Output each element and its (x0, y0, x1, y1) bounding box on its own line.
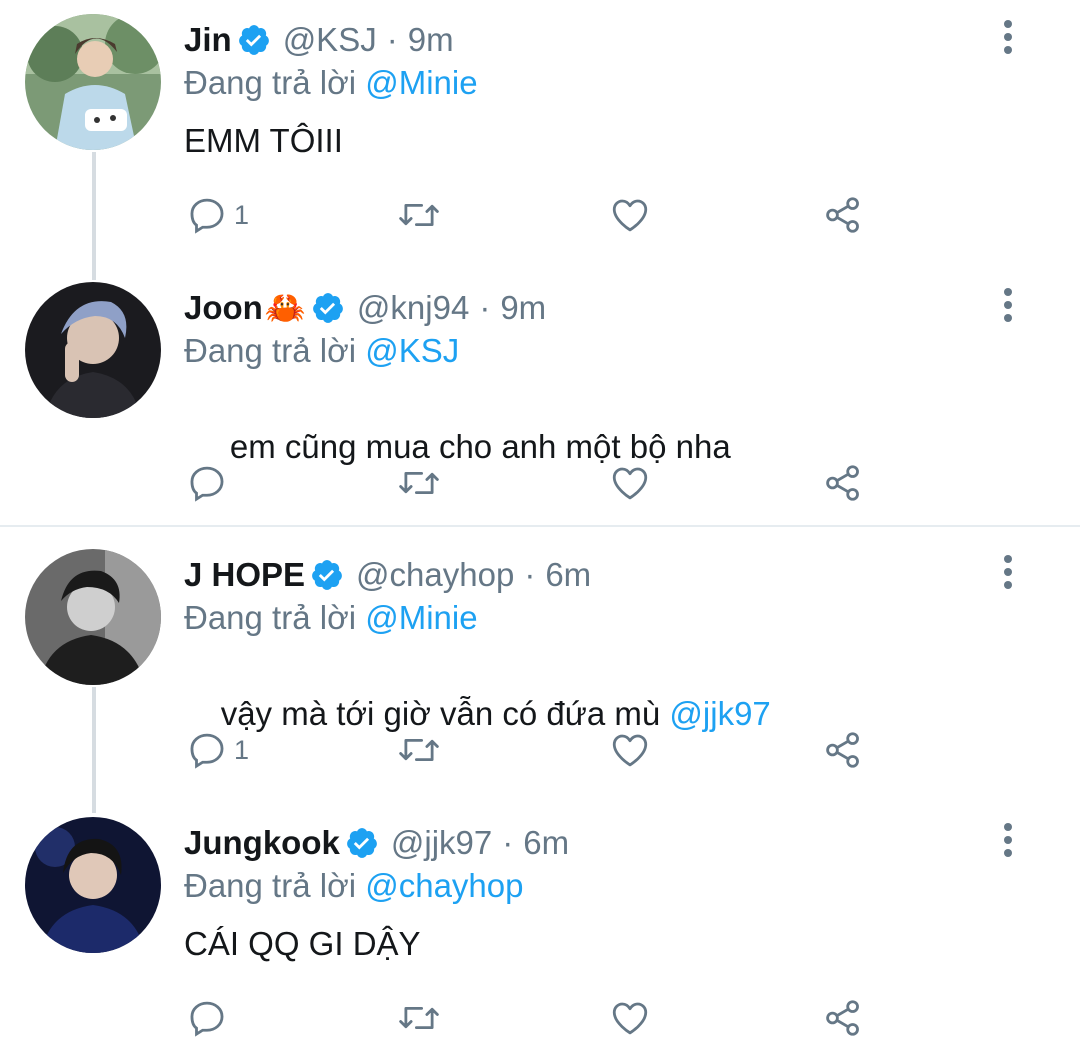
replying-to: Đang trả lời @KSJ (184, 332, 459, 370)
timestamp[interactable]: 9m (500, 289, 546, 327)
replying-to: Đang trả lời @chayhop (184, 867, 523, 905)
share-icon (826, 732, 859, 768)
timestamp[interactable]: 6m (523, 824, 569, 862)
verified-badge-icon (312, 560, 342, 590)
tweet-text-content: EMM TÔIII (184, 122, 343, 159)
separator: · (524, 556, 536, 593)
display-name[interactable]: Joon (184, 289, 263, 327)
retweet-button[interactable] (396, 180, 442, 250)
tweet-actions: 1 (0, 715, 1080, 785)
tweet-actions (0, 448, 1080, 518)
like-button[interactable] (608, 448, 652, 518)
avatar[interactable] (25, 14, 161, 150)
verified-badge-icon (313, 293, 343, 323)
replying-prefix: Đang trả lời (184, 64, 357, 101)
replying-to-mention[interactable]: @KSJ (365, 332, 459, 369)
separator: · (502, 824, 514, 861)
retweet-button[interactable] (396, 983, 442, 1053)
replying-to-mention[interactable]: @Minie (365, 64, 477, 101)
retweet-icon (399, 1006, 439, 1030)
more-vertical-icon[interactable] (990, 551, 1026, 593)
like-button[interactable] (608, 180, 652, 250)
verified-badge-icon (346, 828, 377, 858)
reply-button[interactable] (186, 448, 234, 518)
avatar[interactable] (25, 549, 161, 685)
crab-emoji: 🦀 (264, 288, 306, 326)
tweet[interactable]: Jin @KSJ · 9m Đang trả lời @Minie EMM TÔ… (0, 0, 1080, 270)
tweet[interactable]: Joon 🦀 @knj94 · 9m Đang trả lời @KSJ em … (0, 268, 1080, 525)
retweet-button[interactable] (396, 448, 442, 518)
tweet-actions (0, 983, 1080, 1053)
tweet-text: CÁI QQ GI DẬY (184, 925, 421, 963)
handle[interactable]: @knj94 (357, 289, 469, 327)
separator: · (386, 21, 398, 58)
share-button[interactable] (822, 180, 864, 250)
retweet-icon (399, 738, 439, 762)
like-icon (612, 467, 648, 500)
like-icon (612, 1002, 648, 1035)
tweet-actions: 1 (0, 180, 1080, 250)
reply-button[interactable]: 1 (186, 180, 249, 250)
like-icon (612, 199, 648, 232)
retweet-icon (399, 471, 439, 495)
replying-to: Đang trả lời @Minie (184, 599, 478, 637)
replying-to-mention[interactable]: @Minie (365, 599, 477, 636)
tweet-header: J HOPE @chayhop · 6m (184, 553, 591, 597)
like-button[interactable] (608, 983, 652, 1053)
more-vertical-icon[interactable] (990, 284, 1026, 326)
retweet-icon (399, 203, 439, 227)
replying-to-mention[interactable]: @chayhop (365, 867, 523, 904)
replying-prefix: Đang trả lời (184, 332, 357, 369)
avatar[interactable] (25, 817, 161, 953)
reply-button[interactable]: 1 (186, 715, 249, 785)
tweet-text: EMM TÔIII (184, 122, 343, 160)
reply-button[interactable] (186, 983, 234, 1053)
tweet-text-content: CÁI QQ GI DẬY (184, 925, 421, 962)
replying-prefix: Đang trả lời (184, 599, 357, 636)
display-name[interactable]: J HOPE (184, 556, 305, 594)
handle[interactable]: @KSJ (283, 21, 377, 59)
tweet-header: Joon 🦀 @knj94 · 9m (184, 286, 546, 330)
share-button[interactable] (822, 715, 864, 785)
handle[interactable]: @chayhop (356, 556, 514, 594)
more-vertical-icon[interactable] (990, 16, 1026, 58)
share-icon (826, 1000, 859, 1036)
retweet-button[interactable] (396, 715, 442, 785)
reply-count: 1 (234, 199, 250, 230)
reply-icon (190, 733, 224, 769)
tweet[interactable]: Jungkook @jjk97 · 6m Đang trả lời @chayh… (0, 803, 1080, 1051)
separator: · (479, 289, 491, 326)
tweet-header: Jungkook @jjk97 · 6m (184, 821, 569, 865)
handle[interactable]: @jjk97 (391, 824, 492, 862)
share-button[interactable] (822, 448, 864, 518)
reply-icon (190, 466, 224, 502)
timestamp[interactable]: 6m (545, 556, 591, 594)
share-button[interactable] (822, 983, 864, 1053)
tweet[interactable]: J HOPE @chayhop · 6m Đang trả lời @Minie… (0, 535, 1080, 805)
verified-badge-icon (238, 25, 269, 55)
avatar[interactable] (25, 282, 161, 418)
timestamp[interactable]: 9m (408, 21, 454, 59)
more-vertical-icon[interactable] (990, 819, 1026, 861)
replying-to: Đang trả lời @Minie (184, 64, 478, 102)
reply-count: 1 (234, 734, 250, 765)
replying-prefix: Đang trả lời (184, 867, 357, 904)
display-name[interactable]: Jin (184, 21, 232, 59)
reply-icon (190, 1001, 224, 1037)
like-button[interactable] (608, 715, 652, 785)
share-icon (826, 465, 859, 501)
reply-icon (190, 198, 224, 234)
share-icon (826, 197, 859, 233)
tweet-header: Jin @KSJ · 9m (184, 18, 454, 62)
display-name[interactable]: Jungkook (184, 824, 340, 862)
like-icon (612, 734, 648, 767)
conversation-divider (0, 525, 1080, 527)
